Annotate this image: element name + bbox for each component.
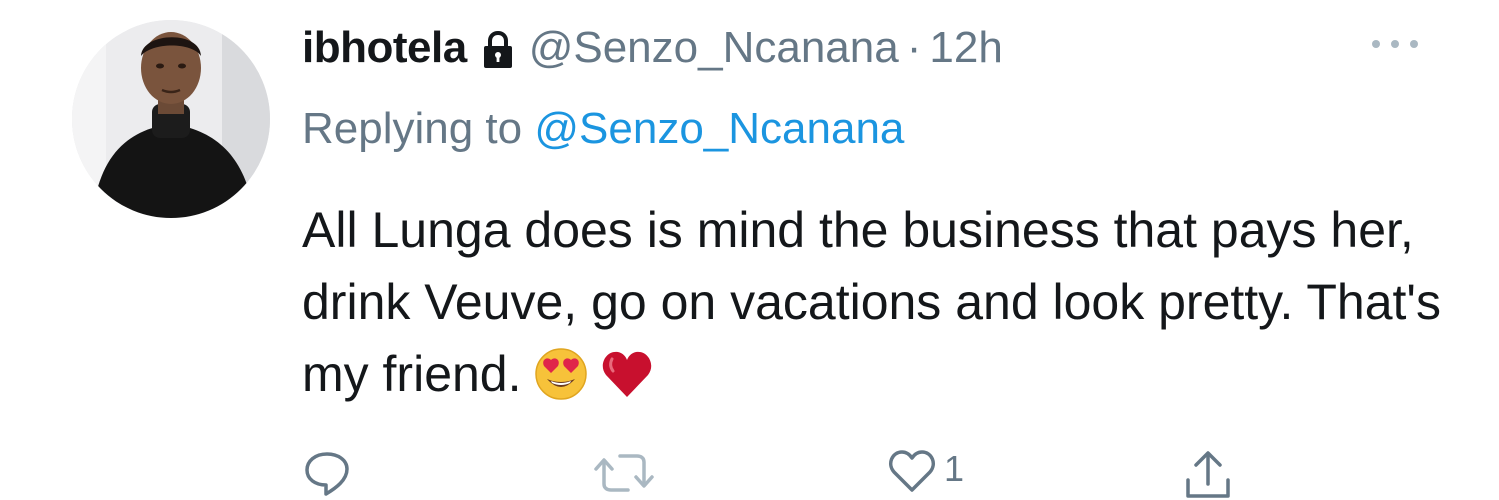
replying-to-line: Replying to @Senzo_Ncanana xyxy=(302,104,904,154)
heart-eyes-emoji xyxy=(534,347,588,401)
tweet-text: All Lunga does is mind the business that… xyxy=(302,194,1462,410)
separator-dot: · xyxy=(906,23,922,72)
lock-icon xyxy=(481,30,515,70)
tweet-text-content: All Lunga does is mind the business that… xyxy=(302,202,1441,402)
like-count: 1 xyxy=(944,448,965,489)
avatar-image xyxy=(72,20,270,218)
retweet-icon xyxy=(592,448,656,498)
reply-button[interactable] xyxy=(302,448,352,500)
avatar[interactable] xyxy=(72,20,270,218)
retweet-button[interactable] xyxy=(592,448,656,500)
red-heart-emoji xyxy=(600,347,654,401)
replying-prefix: Replying to xyxy=(302,104,523,153)
like-button[interactable]: 1 xyxy=(888,448,964,500)
user-handle[interactable]: @Senzo_Ncanana xyxy=(529,23,899,73)
tweet-actions: 1 xyxy=(0,440,1499,499)
reply-icon xyxy=(302,448,352,498)
timestamp[interactable]: 12h xyxy=(929,23,1002,73)
replying-to-mention[interactable]: @Senzo_Ncanana xyxy=(534,104,904,153)
tweet: ibhotela @Senzo_Ncanana · 12h Replying t… xyxy=(0,0,1499,499)
tweet-header: ibhotela @Senzo_Ncanana · 12h xyxy=(302,20,1003,76)
more-icon[interactable] xyxy=(1368,34,1422,54)
share-button[interactable] xyxy=(1182,448,1234,500)
display-name[interactable]: ibhotela xyxy=(302,23,467,73)
heart-icon xyxy=(888,448,936,494)
share-icon xyxy=(1182,448,1234,500)
